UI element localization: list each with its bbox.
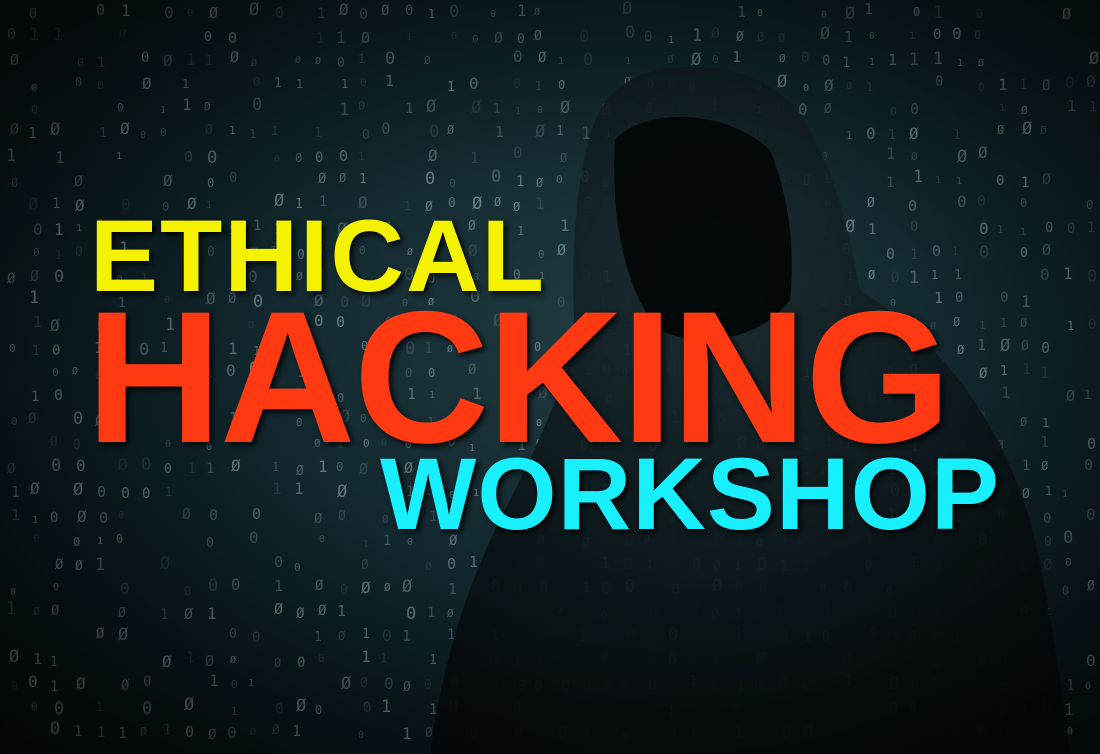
poster: 0ØØ1ØØ00Ø1101Ø001001Ø0ØØ1111ØØ10Ø1001Ø11…	[0, 0, 1100, 754]
headline-workshop: WORKSHOP	[380, 437, 1000, 551]
